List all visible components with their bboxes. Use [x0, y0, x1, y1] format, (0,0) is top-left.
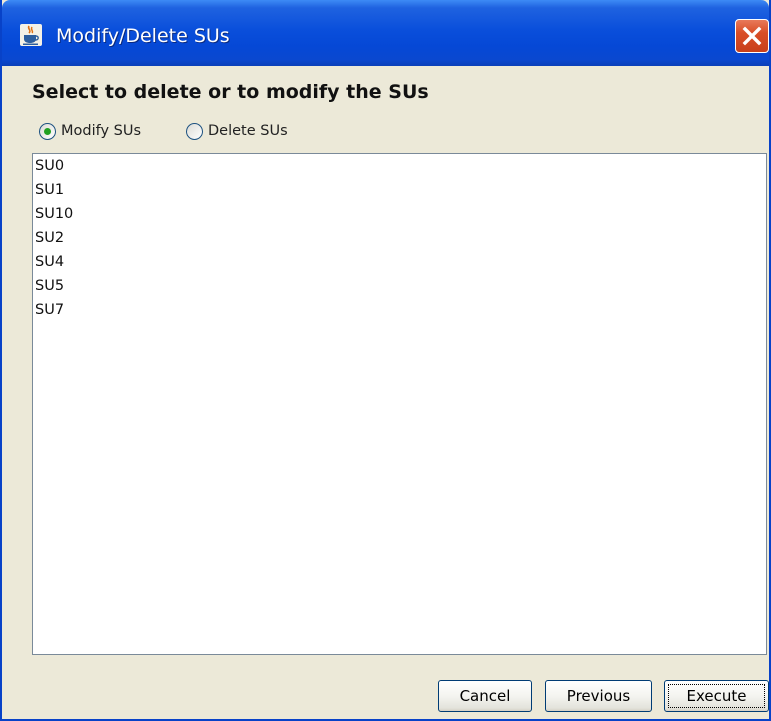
list-item[interactable]: SU10 [33, 202, 766, 226]
previous-button[interactable]: Previous [545, 680, 652, 712]
su-list[interactable]: SU0 SU1 SU10 SU2 SU4 SU5 SU7 [32, 153, 767, 655]
execute-label: Execute [686, 687, 747, 705]
list-item[interactable]: SU7 [33, 298, 766, 322]
list-item[interactable]: SU5 [33, 274, 766, 298]
window-title: Modify/Delete SUs [56, 25, 230, 47]
close-button[interactable] [735, 19, 769, 53]
java-cup-icon [20, 24, 42, 46]
list-item[interactable]: SU1 [33, 178, 766, 202]
delete-sus-label: Delete SUs [208, 123, 288, 139]
modify-sus-radio[interactable]: Modify SUs [39, 120, 141, 142]
radio-checked-icon [39, 122, 56, 140]
modify-sus-label: Modify SUs [61, 123, 142, 139]
title-bar[interactable]: Modify/Delete SUs [2, 0, 769, 66]
delete-sus-radio[interactable]: Delete SUs [186, 120, 288, 142]
close-icon [742, 26, 762, 46]
list-item[interactable]: SU4 [33, 250, 766, 274]
radio-unchecked-icon [186, 122, 203, 140]
list-item[interactable]: SU2 [33, 226, 766, 250]
instruction-heading: Select to delete or to modify the SUs [32, 81, 429, 103]
cancel-button[interactable]: Cancel [438, 680, 532, 712]
list-item[interactable]: SU0 [33, 154, 766, 178]
dialog-window: Modify/Delete SUs Select to delete or to… [0, 0, 771, 721]
execute-button[interactable]: Execute [664, 680, 769, 712]
